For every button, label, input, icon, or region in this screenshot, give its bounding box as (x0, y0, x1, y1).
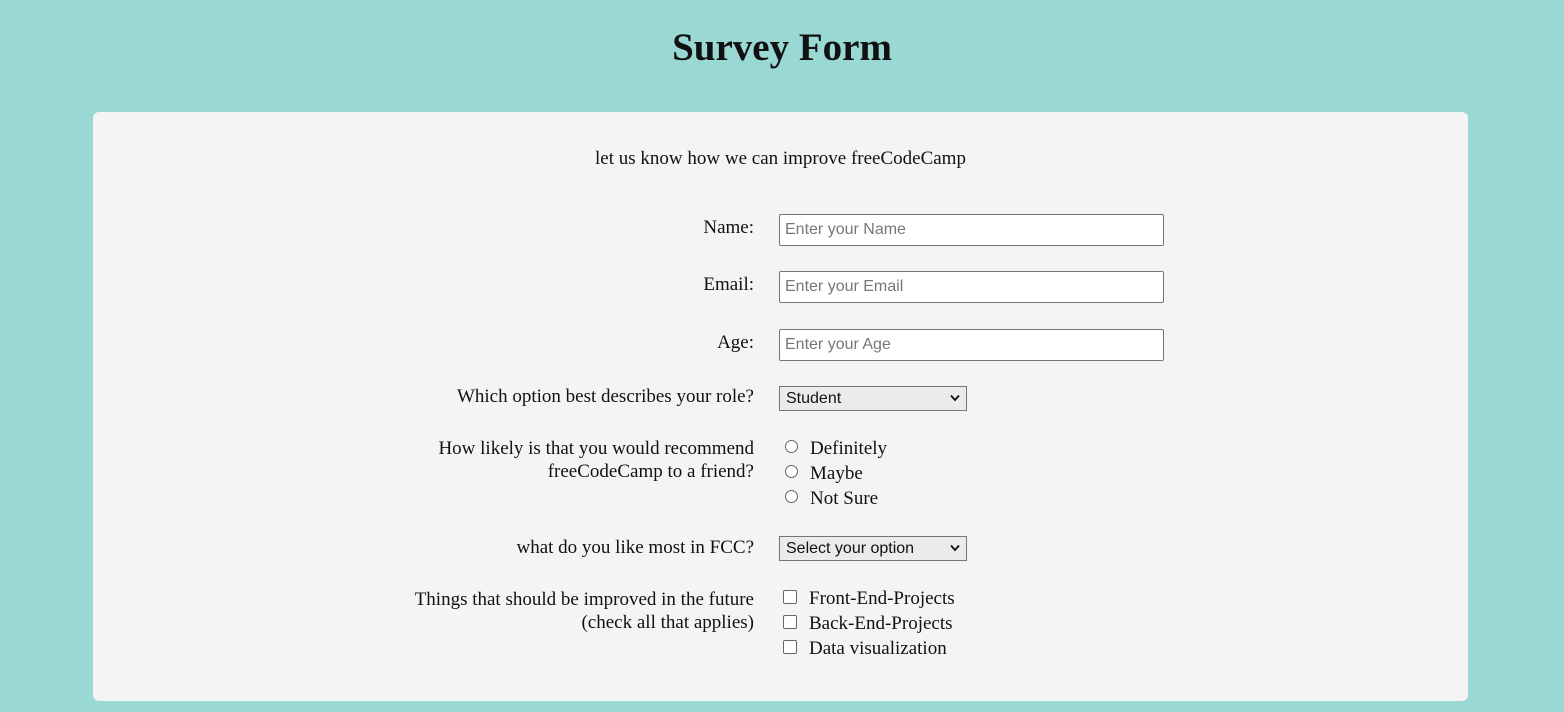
recommend-label-line2: freeCodeCamp to a friend? (547, 461, 754, 482)
checkbox-square-icon[interactable] (783, 615, 797, 629)
role-label: Which option best describes your role? (456, 386, 754, 407)
age-input[interactable] (779, 329, 1164, 361)
improve-option-label: Back-End-Projects (809, 613, 953, 634)
radio-circle-icon[interactable] (785, 440, 798, 453)
email-label: Email: (703, 274, 754, 295)
checkbox-square-icon[interactable] (783, 640, 797, 654)
page-title: Survey Form (672, 26, 892, 69)
like-most-select[interactable]: Select your option (779, 536, 967, 561)
chevron-down-icon (950, 544, 960, 552)
improve-option-label: Front-End-Projects (809, 588, 955, 609)
recommend-option-label: Not Sure (810, 488, 879, 509)
improve-label: Things that should be improved in the fu… (415, 588, 754, 634)
recommend-option-label: Maybe (810, 463, 863, 484)
role-selected-value: Student (786, 390, 842, 407)
radio-circle-icon[interactable] (785, 490, 798, 503)
recommend-label: How likely is that you would recommend f… (438, 437, 754, 483)
improve-label-line2: (check all that applies) (581, 612, 754, 633)
survey-description: let us know how we can improve freeCodeC… (595, 148, 966, 169)
chevron-down-icon (950, 394, 960, 402)
like-most-label: what do you like most in FCC? (516, 537, 755, 558)
checkbox-square-icon[interactable] (783, 590, 797, 604)
survey-form-card: let us know how we can improve freeCodeC… (93, 112, 1468, 701)
recommend-label-line1: How likely is that you would recommend (438, 438, 754, 459)
name-input[interactable] (779, 214, 1164, 246)
improve-label-line1: Things that should be improved in the fu… (414, 589, 754, 610)
name-label: Name: (703, 217, 754, 238)
recommend-option-label: Definitely (810, 438, 888, 459)
role-select[interactable]: Student (779, 386, 967, 411)
radio-circle-icon[interactable] (785, 465, 798, 478)
improve-option-label: Data visualization (809, 638, 947, 659)
email-input[interactable] (779, 271, 1164, 303)
age-label: Age: (717, 332, 754, 353)
like-most-selected-value: Select your option (786, 540, 915, 557)
